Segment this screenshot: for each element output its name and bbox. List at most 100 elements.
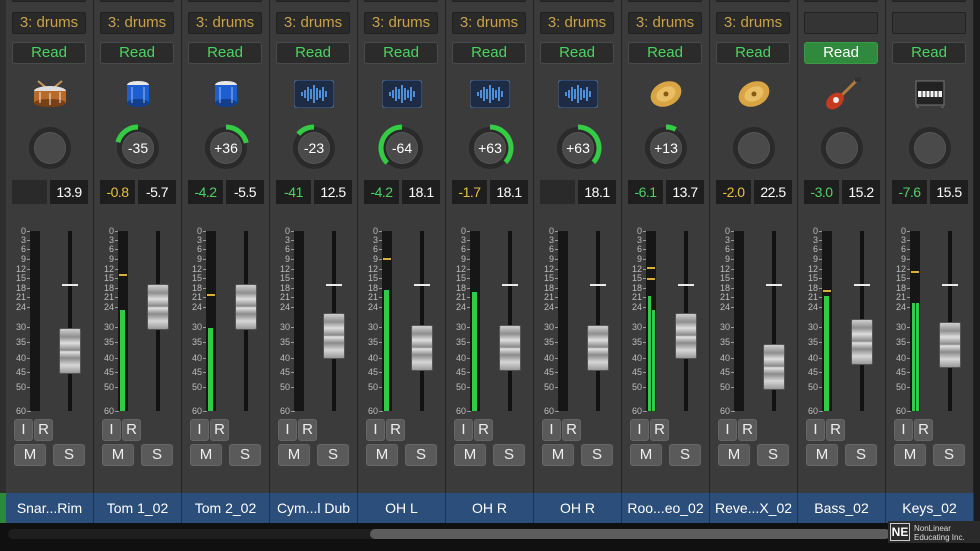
- peak-level-display[interactable]: -2.0: [716, 180, 751, 204]
- group-selector[interactable]: 3: drums: [12, 12, 86, 34]
- group-selector[interactable]: 3: drums: [716, 12, 790, 34]
- pan-knob[interactable]: [26, 124, 74, 172]
- insert-slot[interactable]: [540, 0, 614, 2]
- piano-icon[interactable]: [910, 78, 950, 110]
- horizontal-scrollbar[interactable]: [0, 523, 980, 551]
- track-name[interactable]: Roo...eo_02: [622, 493, 710, 523]
- automation-mode-button[interactable]: Read: [892, 42, 966, 64]
- group-selector[interactable]: 3: drums: [452, 12, 526, 34]
- automation-mode-button[interactable]: Read: [100, 42, 174, 64]
- mute-button[interactable]: M: [542, 444, 574, 466]
- input-monitor-button[interactable]: I: [630, 419, 649, 441]
- volume-value-display[interactable]: 15.5: [930, 180, 968, 204]
- volume-fader[interactable]: [939, 321, 961, 368]
- automation-mode-button[interactable]: Read: [804, 42, 878, 64]
- record-enable-button[interactable]: R: [650, 419, 669, 441]
- input-monitor-button[interactable]: I: [542, 419, 561, 441]
- track-name[interactable]: Tom 2_02: [182, 493, 270, 523]
- peak-level-display[interactable]: -1.7: [452, 180, 487, 204]
- pan-knob[interactable]: -23: [290, 124, 338, 172]
- pan-knob[interactable]: +13: [642, 124, 690, 172]
- mute-button[interactable]: M: [454, 444, 486, 466]
- insert-slot[interactable]: [12, 0, 86, 2]
- group-selector[interactable]: 3: drums: [100, 12, 174, 34]
- volume-value-display[interactable]: 18.1: [490, 180, 528, 204]
- solo-button[interactable]: S: [53, 444, 85, 466]
- record-enable-button[interactable]: R: [474, 419, 493, 441]
- input-monitor-button[interactable]: I: [14, 419, 33, 441]
- track-name[interactable]: Bass_02: [798, 493, 886, 523]
- input-monitor-button[interactable]: I: [894, 419, 913, 441]
- volume-value-display[interactable]: 18.1: [402, 180, 440, 204]
- insert-slot[interactable]: [716, 0, 790, 2]
- volume-fader[interactable]: [59, 328, 81, 375]
- insert-slot[interactable]: [892, 0, 966, 2]
- fader-track[interactable]: [596, 231, 600, 411]
- peak-level-display[interactable]: -3.0: [804, 180, 839, 204]
- mute-button[interactable]: M: [14, 444, 46, 466]
- pan-knob[interactable]: [906, 124, 954, 172]
- solo-button[interactable]: S: [493, 444, 525, 466]
- peak-level-display[interactable]: -4.2: [188, 180, 223, 204]
- volume-value-display[interactable]: -5.5: [226, 180, 264, 204]
- waveform-icon[interactable]: [558, 78, 598, 110]
- input-monitor-button[interactable]: I: [190, 419, 209, 441]
- group-selector[interactable]: [892, 12, 966, 34]
- volume-fader[interactable]: [235, 283, 257, 330]
- volume-fader[interactable]: [763, 343, 785, 390]
- volume-value-display[interactable]: 13.7: [666, 180, 704, 204]
- peak-level-display[interactable]: -6.1: [628, 180, 663, 204]
- solo-button[interactable]: S: [933, 444, 965, 466]
- input-monitor-button[interactable]: I: [366, 419, 385, 441]
- solo-button[interactable]: S: [229, 444, 261, 466]
- fader-track[interactable]: [508, 231, 512, 411]
- solo-button[interactable]: S: [581, 444, 613, 466]
- automation-mode-button[interactable]: Read: [716, 42, 790, 64]
- record-enable-button[interactable]: R: [210, 419, 229, 441]
- record-enable-button[interactable]: R: [826, 419, 845, 441]
- insert-slot[interactable]: [100, 0, 174, 2]
- waveform-icon[interactable]: [470, 78, 510, 110]
- tom-drum-icon[interactable]: [206, 78, 246, 110]
- solo-button[interactable]: S: [405, 444, 437, 466]
- solo-button[interactable]: S: [317, 444, 349, 466]
- peak-level-display[interactable]: -41: [276, 180, 311, 204]
- fader-track[interactable]: [68, 231, 72, 411]
- volume-fader[interactable]: [499, 325, 521, 372]
- mute-button[interactable]: M: [366, 444, 398, 466]
- fader-track[interactable]: [420, 231, 424, 411]
- input-monitor-button[interactable]: I: [718, 419, 737, 441]
- group-selector[interactable]: [804, 12, 878, 34]
- input-monitor-button[interactable]: I: [102, 419, 121, 441]
- track-name[interactable]: Tom 1_02: [94, 493, 182, 523]
- track-name[interactable]: OH R: [534, 493, 622, 523]
- cymbal-icon[interactable]: [734, 78, 774, 110]
- mute-button[interactable]: M: [278, 444, 310, 466]
- automation-mode-button[interactable]: Read: [12, 42, 86, 64]
- record-enable-button[interactable]: R: [914, 419, 933, 441]
- record-enable-button[interactable]: R: [34, 419, 53, 441]
- volume-fader[interactable]: [675, 312, 697, 359]
- automation-mode-button[interactable]: Read: [188, 42, 262, 64]
- automation-mode-button[interactable]: Read: [276, 42, 350, 64]
- track-name[interactable]: Cym...l Dub: [270, 493, 358, 523]
- record-enable-button[interactable]: R: [562, 419, 581, 441]
- insert-slot[interactable]: [188, 0, 262, 2]
- scrollbar-thumb[interactable]: [370, 529, 890, 539]
- insert-slot[interactable]: [628, 0, 702, 2]
- volume-fader[interactable]: [147, 283, 169, 330]
- input-monitor-button[interactable]: I: [806, 419, 825, 441]
- mute-button[interactable]: M: [718, 444, 750, 466]
- solo-button[interactable]: S: [141, 444, 173, 466]
- record-enable-button[interactable]: R: [738, 419, 757, 441]
- insert-slot[interactable]: [804, 0, 878, 2]
- peak-level-display[interactable]: [12, 180, 47, 204]
- snare-drum-icon[interactable]: [30, 78, 70, 110]
- input-monitor-button[interactable]: I: [454, 419, 473, 441]
- waveform-icon[interactable]: [382, 78, 422, 110]
- waveform-icon[interactable]: [294, 78, 334, 110]
- input-monitor-button[interactable]: I: [278, 419, 297, 441]
- cymbal-icon[interactable]: [646, 78, 686, 110]
- automation-mode-button[interactable]: Read: [540, 42, 614, 64]
- volume-fader[interactable]: [587, 325, 609, 372]
